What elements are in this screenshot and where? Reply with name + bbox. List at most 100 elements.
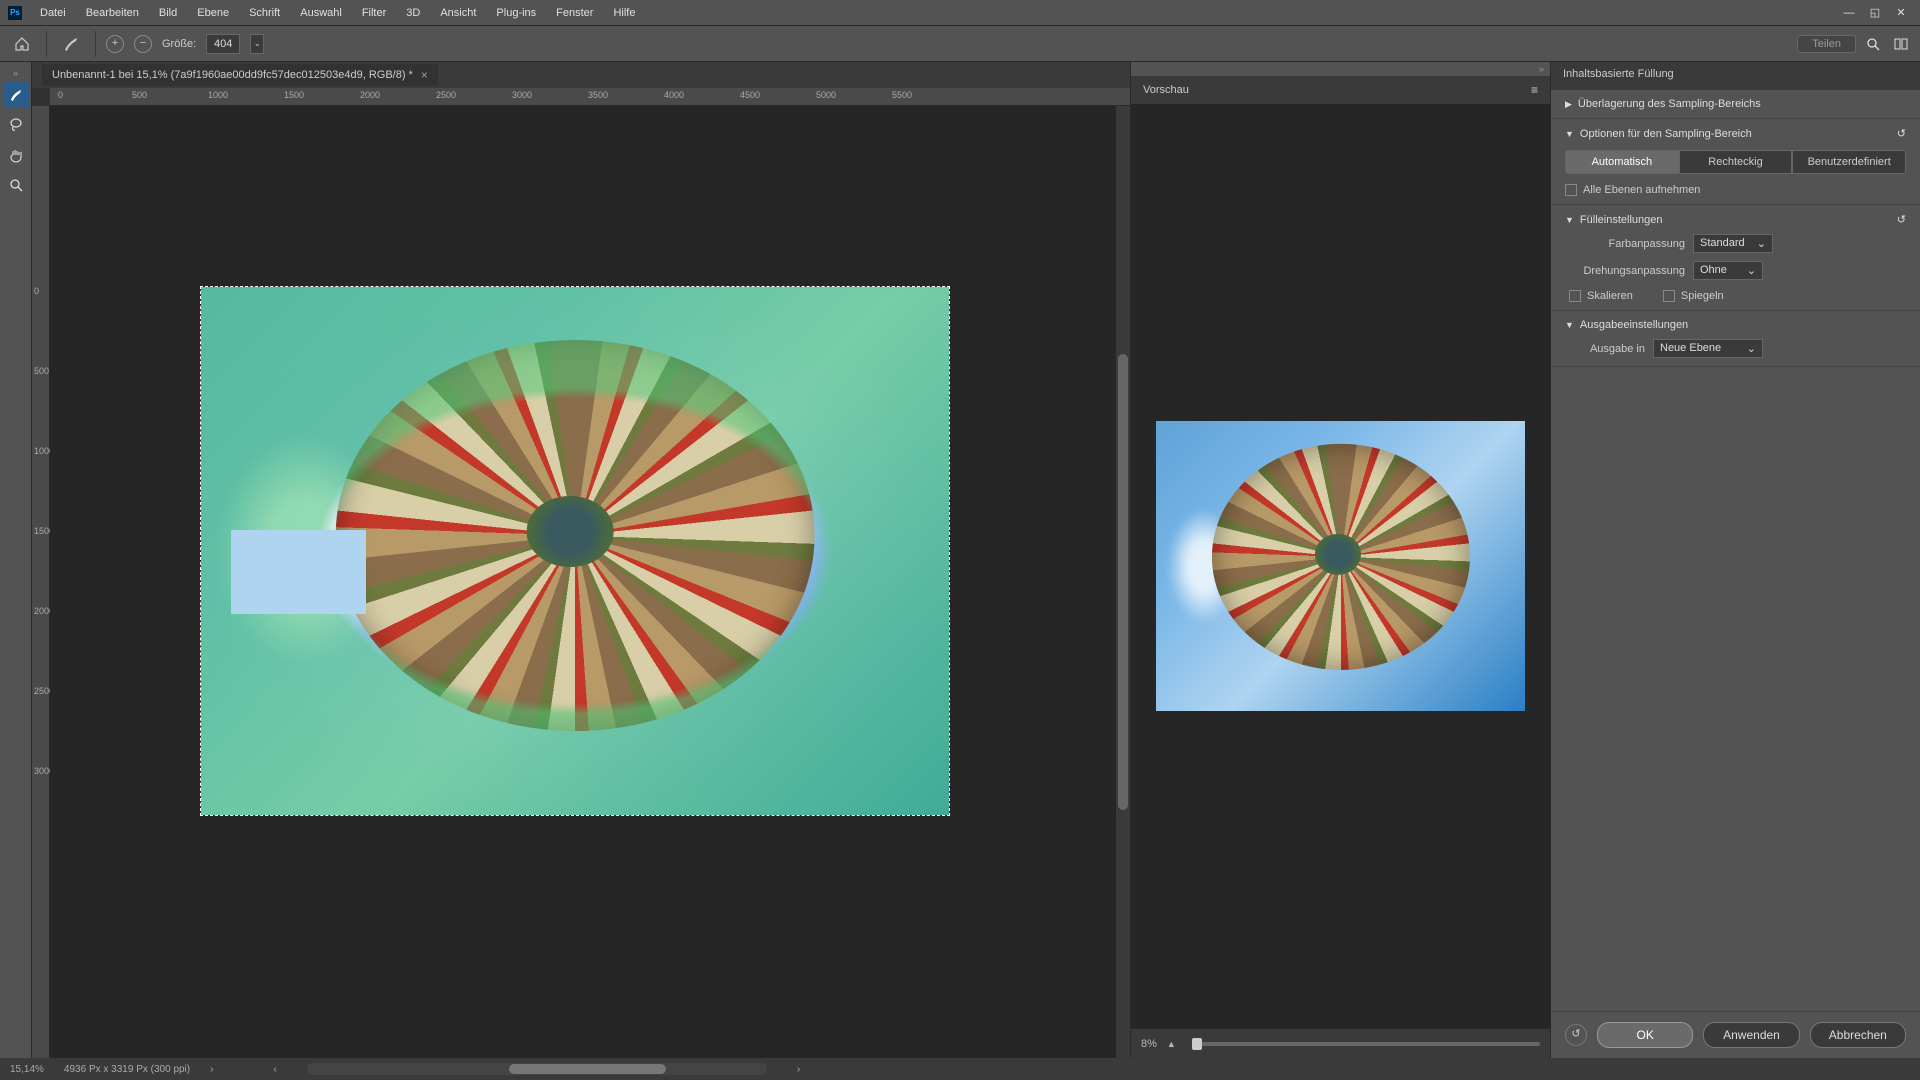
ruler-tick: 0 — [58, 90, 63, 100]
toolbar: » — [0, 62, 32, 1058]
ruler-tick: 4500 — [740, 90, 760, 100]
preview-footer: 8% ▲ — [1131, 1028, 1550, 1058]
brush-icon — [57, 30, 85, 58]
menubar: Ps Datei Bearbeiten Bild Ebene Schrift A… — [0, 0, 1920, 26]
ruler-tick: 3000 — [512, 90, 532, 100]
ruler-vertical: 0 500 1000 1500 2000 2500 3000 — [32, 106, 50, 1058]
chevron-right-icon[interactable]: › — [797, 1064, 800, 1075]
canvas-viewport[interactable] — [50, 106, 1130, 1058]
dialog-button-row: ↺ OK Anwenden Abbrechen — [1551, 1011, 1920, 1058]
menu-layer[interactable]: Ebene — [187, 7, 239, 19]
menu-window[interactable]: Fenster — [546, 7, 603, 19]
section-sampling-options: ▼ Optionen für den Sampling-Bereich ↺ Au… — [1551, 119, 1920, 205]
document-tab-title: Unbenannt-1 bei 15,1% (7a9f1960ae00dd9fc… — [52, 69, 413, 81]
size-label: Größe: — [162, 38, 196, 50]
chevron-right-icon[interactable]: › — [210, 1064, 213, 1075]
section-header-sampling[interactable]: ▼ Optionen für den Sampling-Bereich ↺ — [1565, 127, 1906, 140]
menu-filter[interactable]: Filter — [352, 7, 396, 19]
minimize-button[interactable]: — — [1838, 4, 1860, 22]
ruler-tick: 5500 — [892, 90, 912, 100]
home-icon[interactable] — [8, 30, 36, 58]
menu-view[interactable]: Ansicht — [430, 7, 486, 19]
zoom-out-icon[interactable]: ▲ — [1167, 1039, 1176, 1049]
menu-type[interactable]: Schrift — [239, 7, 290, 19]
checkbox-scale[interactable] — [1569, 290, 1581, 302]
close-button[interactable]: ✕ — [1890, 4, 1912, 22]
share-button[interactable]: Teilen — [1797, 35, 1856, 53]
document-tab[interactable]: Unbenannt-1 bei 15,1% (7a9f1960ae00dd9fc… — [42, 64, 438, 86]
scrollbar-vertical[interactable] — [1116, 106, 1130, 1058]
menu-plugins[interactable]: Plug-ins — [486, 7, 546, 19]
menu-3d[interactable]: 3D — [396, 7, 430, 19]
segment-rectangular[interactable]: Rechteckig — [1679, 150, 1793, 174]
sampling-mode-segment: Automatisch Rechteckig Benutzerdefiniert — [1565, 150, 1906, 174]
chevron-left-icon[interactable]: ‹ — [273, 1064, 276, 1075]
section-header-overlay[interactable]: ▶ Überlagerung des Sampling-Bereichs — [1565, 98, 1906, 110]
scrollbar-horizontal[interactable] — [307, 1063, 767, 1075]
section-fill-settings: ▼ Fülleinstellungen ↺ Farbanpassung Stan… — [1551, 205, 1920, 311]
maximize-button[interactable]: ◱ — [1864, 4, 1886, 22]
workspace-icon[interactable] — [1890, 33, 1912, 55]
section-header-output[interactable]: ▼ Ausgabeeinstellungen — [1565, 319, 1906, 331]
app-logo: Ps — [8, 6, 22, 20]
search-icon[interactable] — [1862, 33, 1884, 55]
size-dropdown[interactable]: ⌄ — [250, 34, 264, 54]
chevron-right-icon: ▶ — [1565, 99, 1572, 110]
lasso-tool[interactable] — [3, 112, 29, 138]
status-dimensions: 4936 Px x 3319 Px (300 ppi) — [64, 1064, 190, 1075]
menu-select[interactable]: Auswahl — [290, 7, 352, 19]
workspace: » Unbenannt-1 bei 15,1% (7a9f1960ae00dd9… — [0, 62, 1920, 1058]
size-input[interactable] — [206, 34, 240, 54]
status-bar: 15,14% 4936 Px x 3319 Px (300 ppi) › ‹ › — [0, 1058, 1920, 1080]
apply-button[interactable]: Anwenden — [1703, 1022, 1799, 1048]
menu-edit[interactable]: Bearbeiten — [76, 7, 149, 19]
preview-zoom-value: 8% — [1141, 1038, 1157, 1050]
ruler-tick: 4000 — [664, 90, 684, 100]
rotation-adaptation-dropdown[interactable]: Ohne⌄ — [1693, 261, 1763, 280]
zoom-slider[interactable] — [1192, 1042, 1540, 1046]
checkbox-all-layers[interactable] — [1565, 184, 1577, 196]
preview-panel: » Vorschau ≡ 8% ▲ — [1130, 62, 1550, 1058]
ruler-tick: 500 — [132, 90, 147, 100]
rotation-adaptation-label: Drehungsanpassung — [1565, 265, 1685, 277]
ruler-tick: 500 — [34, 366, 49, 376]
zoom-tool[interactable] — [3, 172, 29, 198]
close-icon[interactable]: × — [421, 68, 428, 82]
segment-custom[interactable]: Benutzerdefiniert — [1792, 150, 1906, 174]
segment-auto[interactable]: Automatisch — [1565, 150, 1679, 174]
color-adaptation-dropdown[interactable]: Standard⌄ — [1693, 234, 1773, 253]
cancel-button[interactable]: Abbrechen — [1810, 1022, 1906, 1048]
section-header-fill[interactable]: ▼ Fülleinstellungen ↺ — [1565, 213, 1906, 226]
status-zoom: 15,14% — [10, 1064, 44, 1075]
color-adaptation-label: Farbanpassung — [1565, 238, 1685, 250]
add-brush-button[interactable]: + — [106, 35, 124, 53]
ruler-horizontal: 0 500 1000 1500 2000 2500 3000 3500 4000… — [50, 88, 1130, 106]
output-to-dropdown[interactable]: Neue Ebene⌄ — [1653, 339, 1763, 358]
ruler-tick: 2500 — [436, 90, 456, 100]
divider — [46, 31, 47, 57]
preview-panel-title: Vorschau ≡ — [1131, 76, 1550, 104]
menu-help[interactable]: Hilfe — [603, 7, 645, 19]
reset-button[interactable]: ↺ — [1565, 1024, 1587, 1046]
document-tab-strip: Unbenannt-1 bei 15,1% (7a9f1960ae00dd9fc… — [32, 62, 1130, 88]
preview-viewport[interactable] — [1131, 104, 1550, 1028]
output-to-label: Ausgabe in — [1565, 343, 1645, 355]
checkbox-all-layers-label: Alle Ebenen aufnehmen — [1583, 184, 1700, 196]
subtract-brush-button[interactable]: − — [134, 35, 152, 53]
ruler-tick: 1500 — [284, 90, 304, 100]
reset-icon[interactable]: ↺ — [1897, 213, 1906, 226]
ruler-tick: 2000 — [360, 90, 380, 100]
checkbox-mirror[interactable] — [1663, 290, 1675, 302]
reset-icon[interactable]: ↺ — [1897, 127, 1906, 140]
panel-menu-icon[interactable]: ≡ — [1531, 83, 1538, 97]
ruler-tick: 5000 — [816, 90, 836, 100]
fill-settings-panel: Inhaltsbasierte Füllung ▶ Überlagerung d… — [1550, 62, 1920, 1058]
menu-file[interactable]: Datei — [30, 7, 76, 19]
hand-tool[interactable] — [3, 142, 29, 168]
ok-button[interactable]: OK — [1597, 1022, 1693, 1048]
sampling-brush-tool[interactable] — [3, 82, 29, 108]
menu-image[interactable]: Bild — [149, 7, 187, 19]
options-bar: + − Größe: ⌄ Teilen — [0, 26, 1920, 62]
chevron-down-icon: ▼ — [1565, 129, 1574, 139]
preview-image — [1156, 421, 1525, 711]
